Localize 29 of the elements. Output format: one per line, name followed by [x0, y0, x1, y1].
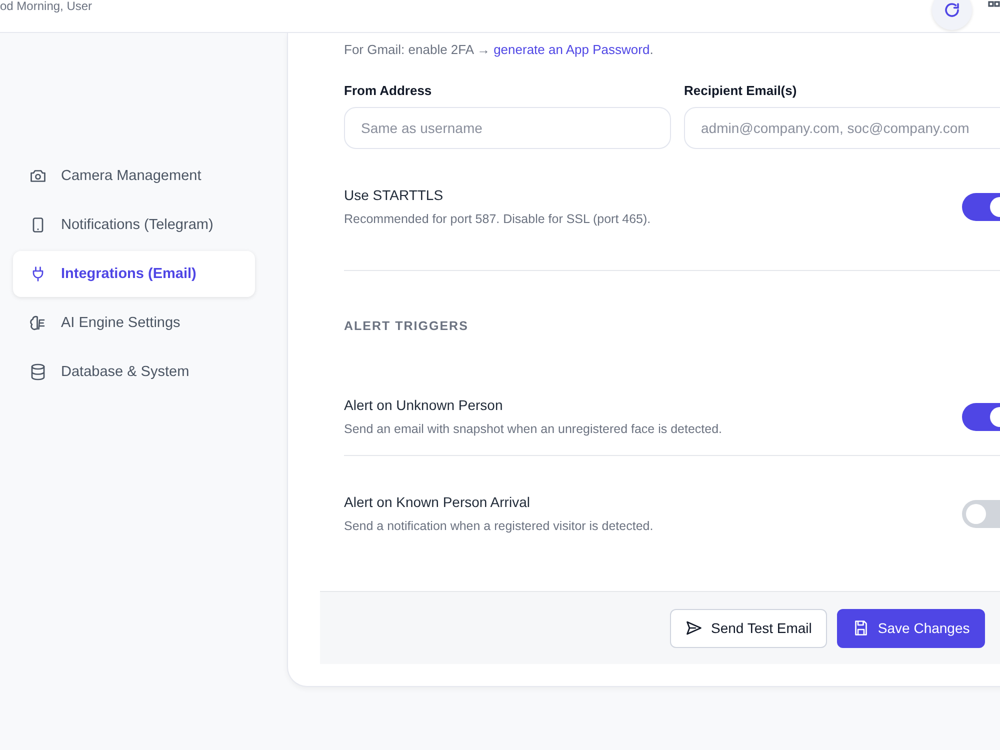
setting-description: Send a notification when a registered visitor is detected.: [344, 519, 654, 533]
refresh-button[interactable]: [932, 0, 972, 30]
hint-text: For Gmail: enable 2FA → generate an App Password.: [344, 42, 654, 57]
section-heading: ALERT TRIGGERS: [344, 319, 470, 333]
email-field[interactable]: Same as username: [344, 107, 671, 149]
sidebar-item[interactable]: AI Engine Settings: [13, 300, 255, 346]
camera-icon: [29, 167, 47, 185]
email-field[interactable]: admin@company.com, soc@company.com: [684, 107, 1000, 149]
app-password-link[interactable]: generate an App Password: [494, 42, 650, 57]
toggle-switch[interactable]: [962, 402, 1000, 430]
field-label: Recipient Email(s): [684, 83, 798, 98]
setting-description: Send an email with snapshot when an unregistered face is detected.: [344, 422, 722, 436]
sidebar-item[interactable]: Database & System: [13, 349, 255, 395]
toggle-switch[interactable]: [962, 192, 1000, 220]
sidebar-item[interactable]: Notifications (Telegram): [13, 202, 255, 248]
setting-title: Alert on Unknown Person: [344, 397, 504, 413]
setting-title: Use STARTTLS: [344, 187, 444, 203]
save-button[interactable]: Save Changes: [836, 608, 985, 648]
send-icon: [685, 619, 703, 637]
refresh-icon: [943, 1, 961, 19]
sidebar-item[interactable]: Integrations (Email): [13, 251, 255, 297]
sidebar-item[interactable]: Camera Management: [13, 153, 255, 199]
greeting: od Morning, User: [0, 0, 92, 13]
setting-title: Alert on Known Person Arrival: [344, 494, 531, 510]
field-label: From Address: [344, 83, 433, 98]
setting-description: Recommended for port 587. Disable for SSL (port 465).: [344, 212, 651, 226]
send-test-button[interactable]: Send Test Email: [670, 608, 827, 648]
database-icon: [29, 363, 47, 381]
toggle-switch[interactable]: [962, 500, 1000, 528]
